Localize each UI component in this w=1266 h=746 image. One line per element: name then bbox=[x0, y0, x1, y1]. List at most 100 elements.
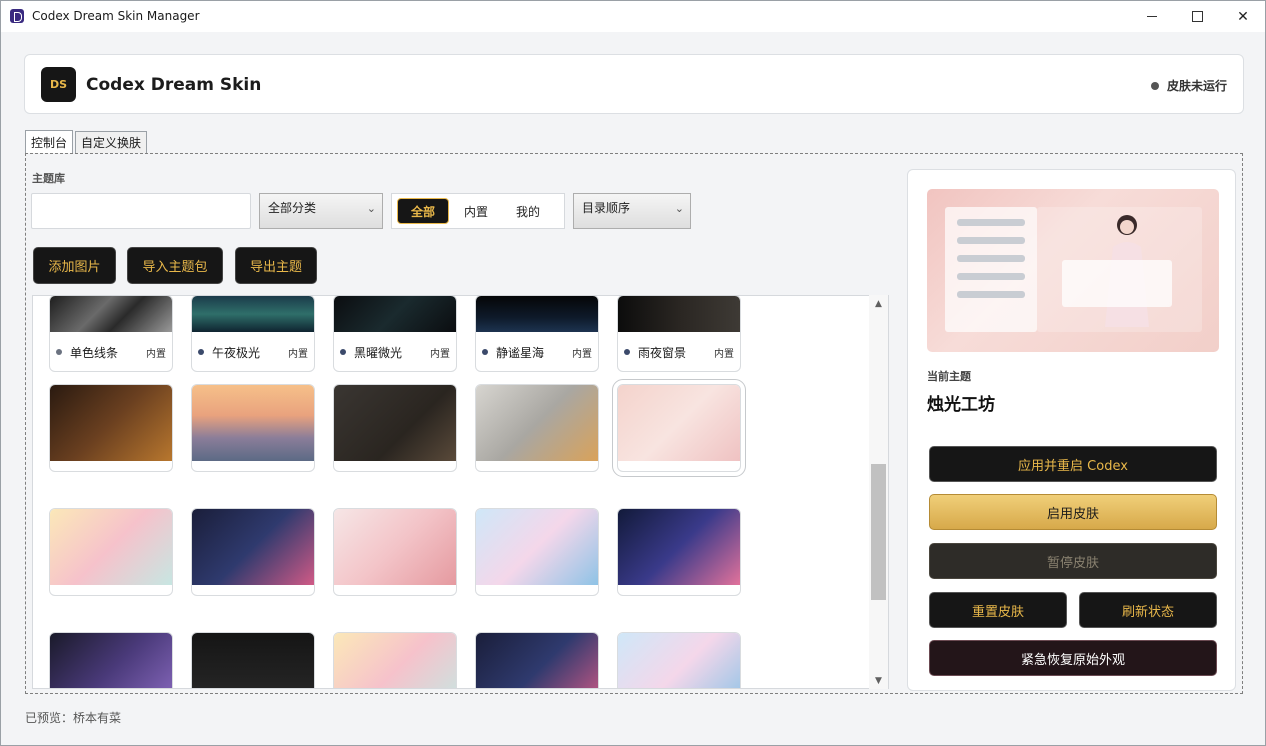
theme-caption: 烛光工坊内置 bbox=[334, 462, 456, 471]
theme-thumbnail bbox=[334, 509, 456, 585]
scrollbar-thumb[interactable] bbox=[871, 464, 886, 600]
theme-name: 二狗子 · 灵... bbox=[212, 595, 285, 596]
theme-card[interactable]: 桥本有菜内置 bbox=[612, 379, 746, 477]
filter-all[interactable]: 全部 bbox=[397, 198, 450, 224]
theme-card[interactable]: 二狗子 · 灵...内置 bbox=[191, 508, 315, 596]
scroll-down-icon[interactable]: ▼ bbox=[869, 672, 888, 689]
theme-grid-scrollbar[interactable]: ▲ ▼ bbox=[869, 295, 888, 689]
theme-thumbnail bbox=[192, 385, 314, 461]
theme-card[interactable]: 午夜极光 内置 bbox=[191, 296, 315, 372]
theme-caption: 人民的AI内置 bbox=[334, 586, 456, 597]
theme-tag: 内置 bbox=[146, 472, 166, 473]
theme-card[interactable]: 二狗子 · 信...内置 bbox=[617, 508, 741, 596]
theme-thumbnail bbox=[334, 385, 456, 461]
theme-tag: 内置 bbox=[714, 348, 734, 360]
theme-thumbnail bbox=[192, 633, 314, 688]
theme-tag: 内置 bbox=[288, 472, 308, 473]
theme-card[interactable]: 雨夜窗景 内置 bbox=[617, 296, 741, 372]
theme-card[interactable]: 二狗子 · 灵...内置 bbox=[49, 508, 173, 596]
theme-name: 静谧星海 bbox=[496, 345, 545, 360]
theme-card[interactable] bbox=[475, 632, 599, 688]
theme-caption: 二狗子 · 信...内置 bbox=[476, 586, 598, 597]
theme-name: 雨夜窗景 bbox=[638, 345, 687, 360]
filter-builtin[interactable]: 内置 bbox=[451, 198, 501, 224]
pause-skin-button[interactable]: 暂停皮肤 bbox=[929, 543, 1217, 579]
theme-caption: 二狗子 · 灵...内置 bbox=[192, 586, 314, 596]
filter-mine[interactable]: 我的 bbox=[503, 198, 553, 224]
source-filter: 全部 内置 我的 bbox=[391, 193, 565, 229]
theme-card[interactable]: 秋日窗边内置 bbox=[475, 384, 599, 472]
reset-skin-button[interactable]: 重置皮肤 bbox=[929, 592, 1067, 628]
theme-name: 午夜极光 bbox=[212, 345, 261, 360]
theme-tag: 内置 bbox=[430, 348, 450, 360]
enable-skin-button[interactable]: 启用皮肤 bbox=[929, 494, 1217, 530]
emergency-restore-button[interactable]: 紧急恢复原始外观 bbox=[929, 640, 1217, 676]
theme-grid: 单色线条内置午夜极光内置黑曜微光内置静谧星海内置雨夜窗景内置琥珀黄昏内置蜜桃日出… bbox=[32, 295, 889, 689]
category-dot-icon bbox=[624, 349, 630, 355]
add-image-button[interactable]: 添加图片 bbox=[33, 247, 116, 284]
theme-tag: 内置 bbox=[146, 596, 166, 597]
preview-dialog bbox=[1062, 260, 1172, 307]
theme-thumbnail bbox=[618, 296, 740, 332]
theme-name: 秋日窗边 bbox=[496, 471, 569, 472]
theme-name: 二狗子 · 信... bbox=[638, 595, 711, 596]
theme-thumbnail bbox=[50, 296, 172, 332]
theme-caption: 秋日窗边内置 bbox=[476, 462, 598, 472]
theme-card[interactable]: 琥珀黄昏内置 bbox=[49, 384, 173, 472]
theme-name: 黑曜微光 bbox=[354, 345, 403, 360]
theme-caption: 静谧星海 内置 bbox=[476, 333, 598, 371]
library-label: 主题库 bbox=[32, 172, 65, 185]
theme-name: 二狗子 · 灵... bbox=[70, 595, 143, 596]
theme-card[interactable] bbox=[617, 632, 741, 688]
theme-thumbnail bbox=[476, 509, 598, 585]
preview-sidebar bbox=[945, 207, 1037, 332]
theme-caption: 琥珀黄昏内置 bbox=[50, 462, 172, 473]
theme-thumbnail bbox=[476, 633, 598, 688]
theme-card[interactable] bbox=[49, 632, 173, 688]
app-header: DS Codex Dream Skin 皮肤未运行 bbox=[24, 54, 1244, 114]
theme-thumbnail bbox=[192, 296, 314, 332]
scroll-up-icon[interactable]: ▲ bbox=[869, 295, 888, 312]
theme-tag: 内置 bbox=[714, 472, 734, 473]
theme-card[interactable] bbox=[333, 632, 457, 688]
tab-custom-skin[interactable]: 自定义换肤 bbox=[75, 131, 148, 153]
theme-thumbnail bbox=[50, 385, 172, 461]
category-select[interactable]: 全部分类 bbox=[259, 193, 383, 229]
minimize-button[interactable] bbox=[1129, 1, 1175, 32]
theme-tag: 内置 bbox=[572, 596, 592, 597]
maximize-button[interactable] bbox=[1174, 1, 1220, 32]
theme-card[interactable]: 黑曜微光 内置 bbox=[333, 296, 457, 372]
theme-card[interactable]: 静谧星海 内置 bbox=[475, 296, 599, 372]
theme-card[interactable]: 蜜桃日出内置 bbox=[191, 384, 315, 472]
theme-name: 二狗子 · 信... bbox=[496, 595, 569, 596]
theme-thumbnail bbox=[618, 633, 740, 688]
theme-caption: 黑曜微光 内置 bbox=[334, 333, 456, 371]
tab-console[interactable]: 控制台 bbox=[25, 130, 74, 153]
brand-logo: DS bbox=[41, 67, 76, 102]
theme-card[interactable]: 二狗子 · 信...内置 bbox=[475, 508, 599, 596]
order-select[interactable]: 目录顺序 bbox=[573, 193, 691, 229]
theme-tag: 内置 bbox=[430, 596, 450, 597]
theme-caption: 蜜桃日出内置 bbox=[192, 462, 314, 473]
theme-card[interactable]: 单色线条 内置 bbox=[49, 296, 173, 372]
theme-thumbnail bbox=[50, 509, 172, 585]
theme-thumbnail bbox=[476, 296, 598, 332]
close-button[interactable]: ✕ bbox=[1220, 1, 1266, 32]
current-theme-panel: 当前主题 烛光工坊 应用并重启 Codex 启用皮肤 暂停皮肤 重置皮肤 刷新状… bbox=[907, 169, 1236, 691]
export-theme-button[interactable]: 导出主题 bbox=[235, 247, 317, 284]
theme-card[interactable]: 烛光工坊内置 bbox=[333, 384, 457, 472]
theme-caption: 桥本有菜内置 bbox=[618, 462, 740, 473]
theme-caption: 二狗子 · 信...内置 bbox=[618, 586, 740, 596]
apply-restart-button[interactable]: 应用并重启 Codex bbox=[929, 446, 1217, 482]
theme-card[interactable]: 人民的AI内置 bbox=[333, 508, 457, 596]
status-text: 皮肤未运行 bbox=[1166, 79, 1227, 93]
category-dot-icon bbox=[482, 349, 488, 355]
refresh-status-button[interactable]: 刷新状态 bbox=[1079, 592, 1217, 628]
import-theme-pack-button[interactable]: 导入主题包 bbox=[127, 247, 223, 284]
theme-caption: 雨夜窗景 内置 bbox=[618, 333, 740, 371]
theme-name: 单色线条 bbox=[70, 345, 119, 360]
theme-card[interactable] bbox=[191, 632, 315, 688]
theme-name: 人民的AI bbox=[354, 595, 427, 596]
search-input[interactable] bbox=[31, 193, 251, 229]
theme-caption: 单色线条 内置 bbox=[50, 333, 172, 371]
